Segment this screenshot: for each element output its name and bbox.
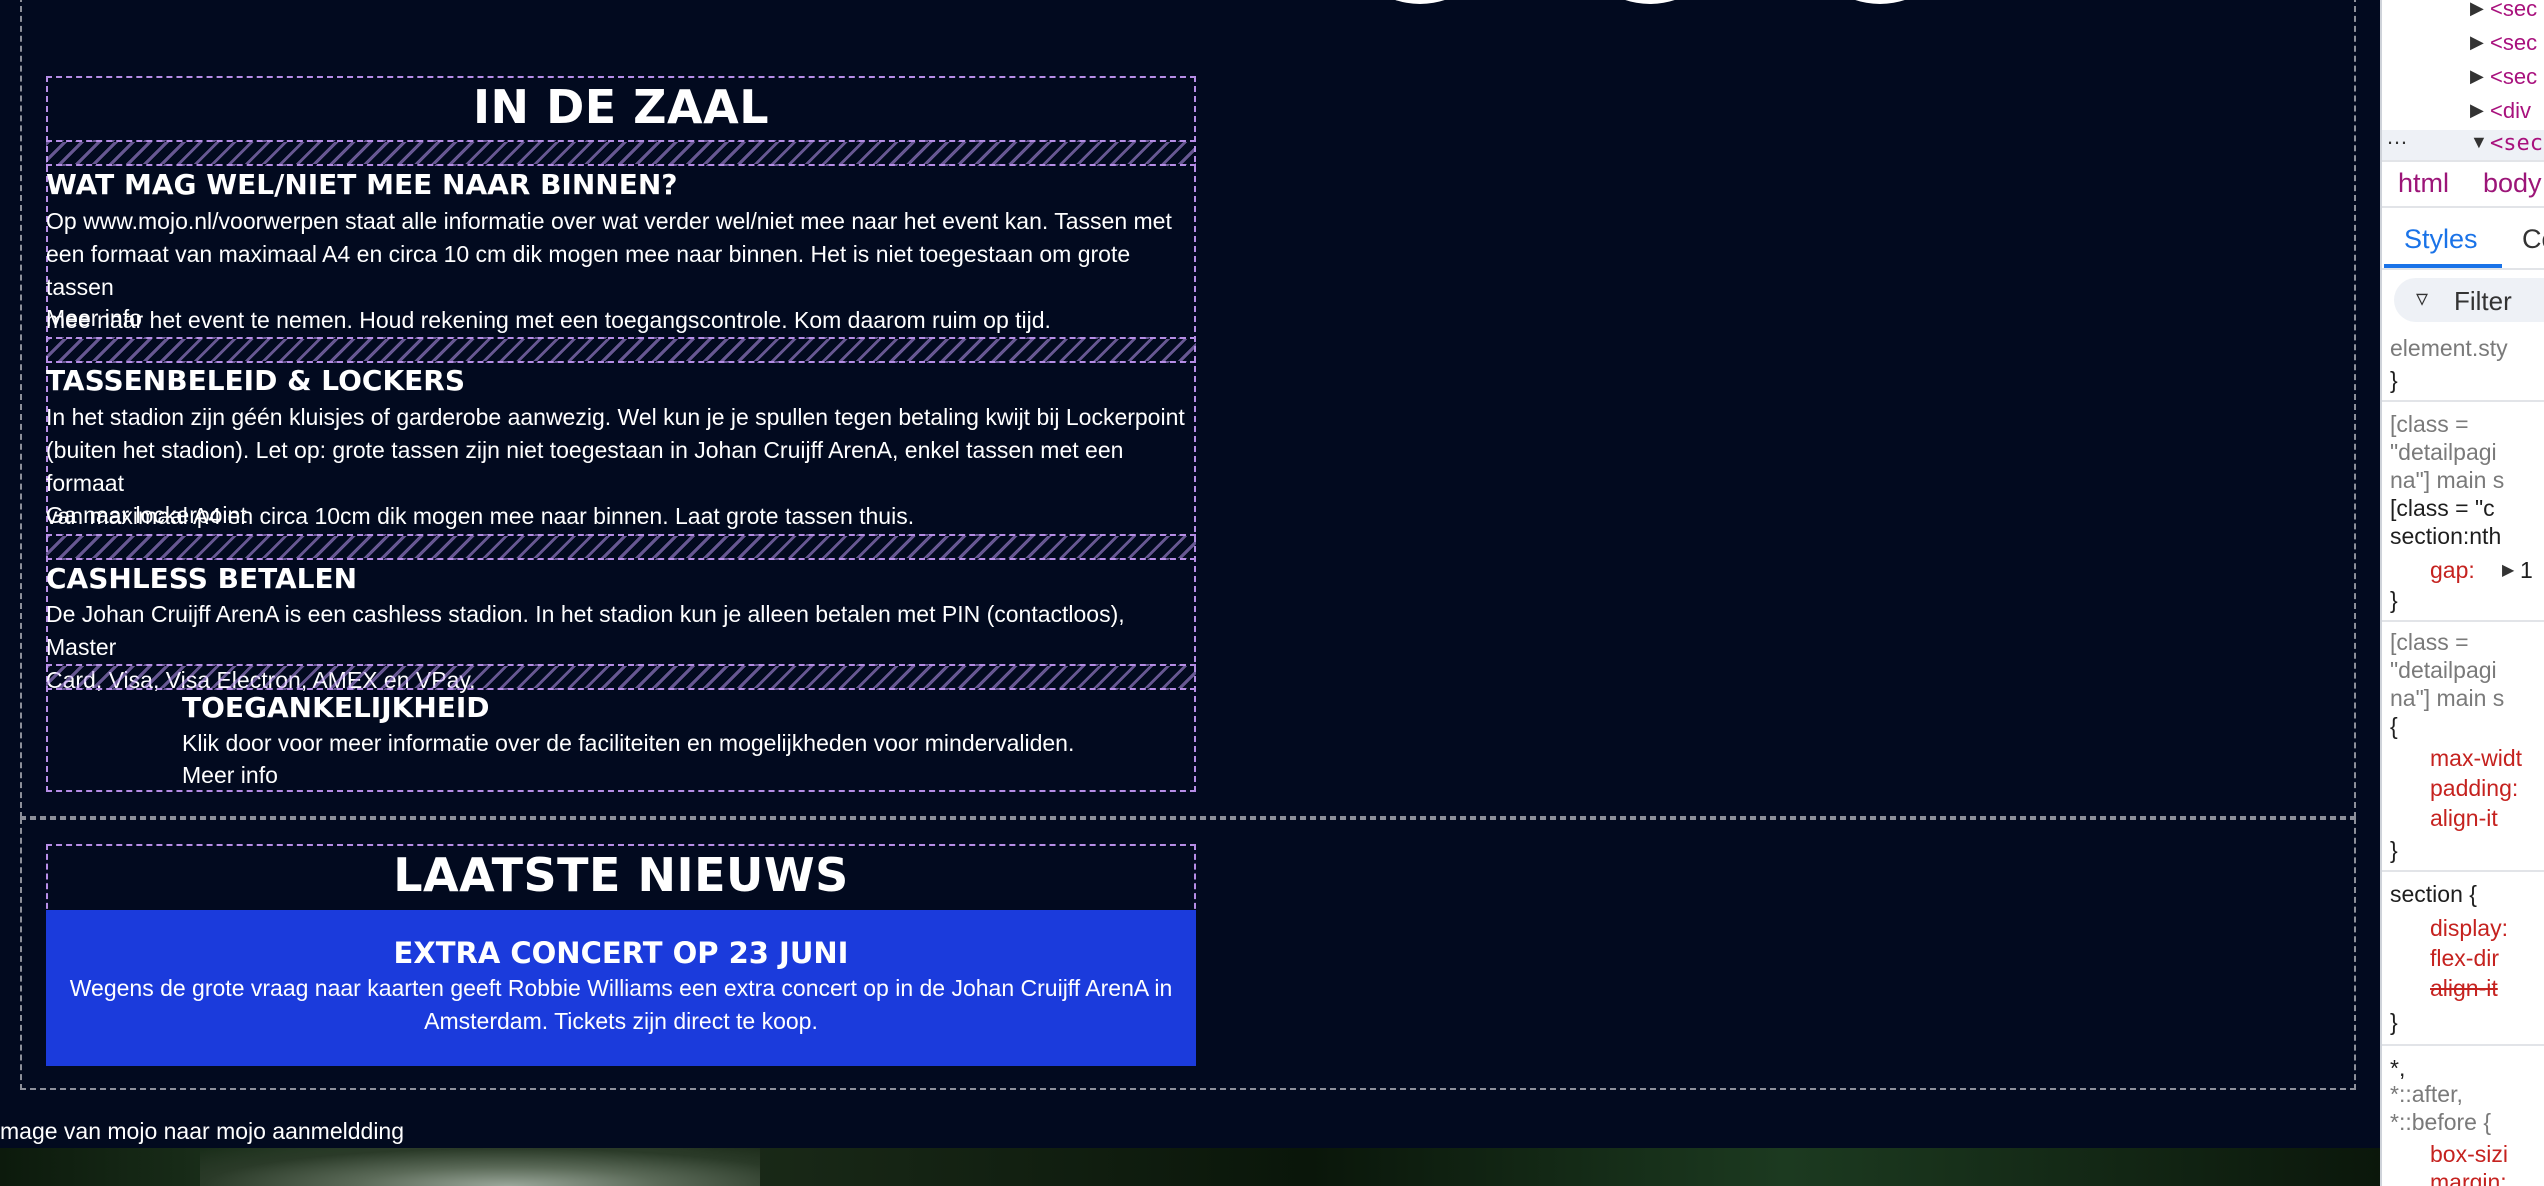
news-card-title: EXTRA CONCERT OP 23 JUNI xyxy=(393,936,849,970)
news-card-text: Wegens de grote vraag naar kaarten geeft… xyxy=(69,975,1173,1034)
tab-computed[interactable]: Co xyxy=(2522,224,2544,255)
divider-hatch xyxy=(46,140,1196,166)
css-prop-box-sizing[interactable]: box-sizi xyxy=(2430,1140,2508,1168)
styles-filter-input[interactable]: ▿ Filter xyxy=(2394,278,2544,322)
css-prop-max-width[interactable]: max-widt xyxy=(2430,744,2522,772)
expand-triangle-icon[interactable]: ▶ xyxy=(2470,32,2484,53)
meer-info-link[interactable]: Meer info xyxy=(46,305,142,332)
collapse-triangle-icon[interactable]: ▼ xyxy=(2470,132,2488,153)
expand-triangle-icon[interactable]: ▶ xyxy=(2470,0,2484,19)
item-body-wat-mag-mee: Op www.mojo.nl/voorwerpen staat alle inf… xyxy=(46,208,1172,333)
news-heading: LAATSTE NIEUWS xyxy=(393,848,849,902)
tab-styles[interactable]: Styles xyxy=(2404,224,2478,255)
css-prop-align-items-overridden[interactable]: align-it xyxy=(2430,974,2498,1002)
tabs-divider xyxy=(2382,268,2544,270)
expand-triangle-icon[interactable]: ▶ xyxy=(2470,100,2484,121)
expand-triangle-icon[interactable]: ▶ xyxy=(2470,66,2484,87)
news-card[interactable]: EXTRA CONCERT OP 23 JUNI Wegens de grote… xyxy=(46,910,1196,1066)
item-title-toegankelijkheid: TOEGANKELIJKHEID xyxy=(182,691,490,724)
breadcrumb-html[interactable]: html xyxy=(2398,168,2449,199)
dom-row-section-selected[interactable]: … ▼ <sec xyxy=(2382,124,2544,160)
zaal-heading: IN DE ZAAL xyxy=(472,80,770,134)
item-title-tassenbeleid: TASSENBELEID & LOCKERS xyxy=(46,364,465,397)
divider-hatch xyxy=(46,534,1196,560)
hero-image-subject xyxy=(200,1148,760,1186)
css-prop-margin[interactable]: margin: xyxy=(2430,1168,2507,1186)
item-title-cashless: CASHLESS BETALEN xyxy=(46,562,358,595)
lockerpoint-link[interactable]: Ga naar lockerpoint xyxy=(46,502,247,529)
css-prop-padding[interactable]: padding: xyxy=(2430,774,2518,802)
divider-hatch xyxy=(46,337,1196,363)
item-body-toegankelijkheid: Klik door voor meer informatie over de f… xyxy=(182,730,1075,756)
hero-image xyxy=(0,1148,2380,1186)
expand-triangle-icon[interactable]: ▶ xyxy=(2502,560,2514,580)
broken-image-alt-text: mage van mojo naar mojo aanmeldding xyxy=(0,1114,2380,1148)
divider-hatch xyxy=(46,664,1196,690)
page-viewport: IN DE ZAAL WAT MAG WEL/NIET MEE NAAR BIN… xyxy=(0,0,2380,1186)
more-ellipsis-icon[interactable]: … xyxy=(2386,124,2408,150)
css-prop-gap[interactable]: gap: xyxy=(2430,556,2475,584)
css-prop-align-items[interactable]: align-it xyxy=(2430,804,2498,832)
meer-info-link[interactable]: Meer info xyxy=(182,762,278,789)
item-title-wat-mag-mee: WAT MAG WEL/NIET MEE NAAR BINNEN? xyxy=(46,168,678,201)
filter-funnel-icon: ▿ xyxy=(2416,285,2429,312)
css-prop-flex-direction[interactable]: flex-dir xyxy=(2430,944,2499,972)
breadcrumb-body[interactable]: body xyxy=(2483,168,2542,199)
css-prop-display[interactable]: display: xyxy=(2430,914,2508,942)
